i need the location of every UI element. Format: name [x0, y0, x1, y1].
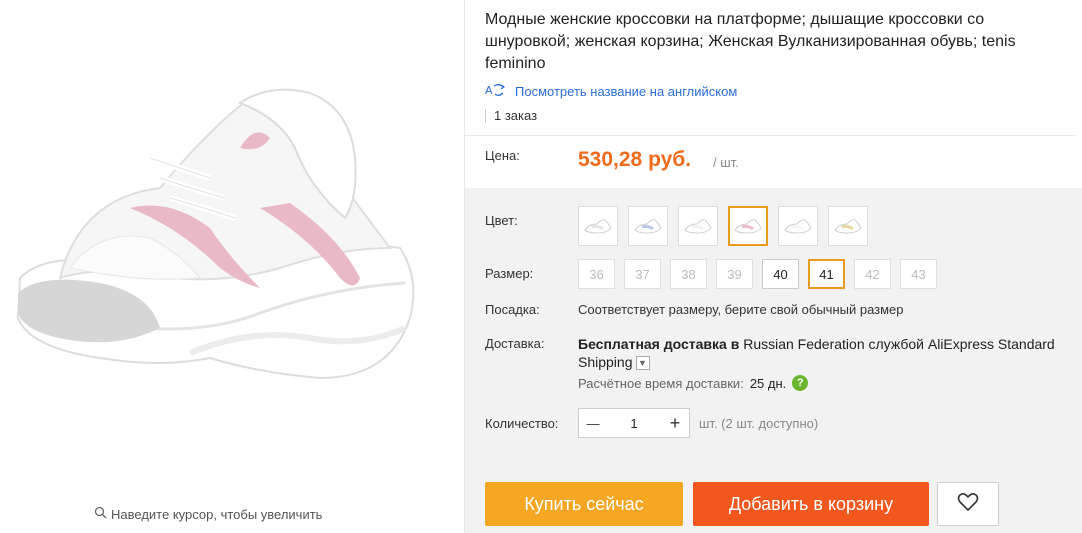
- chevron-down-icon[interactable]: ▼: [635, 356, 650, 371]
- size-option[interactable]: 43: [900, 259, 937, 289]
- wishlist-button[interactable]: [937, 482, 999, 526]
- quantity-label: Количество:: [485, 416, 559, 431]
- delivery-label: Доставка:: [485, 336, 545, 351]
- delivery-info: Бесплатная доставка в Russian Federation…: [578, 335, 1068, 371]
- size-option[interactable]: 38: [670, 259, 707, 289]
- quantity-minus-button[interactable]: —: [579, 416, 607, 431]
- price-label: Цена:: [485, 148, 520, 163]
- color-swatch[interactable]: [778, 206, 818, 246]
- size-option[interactable]: 36: [578, 259, 615, 289]
- translate-link[interactable]: A Посмотреть название на английском: [485, 83, 737, 100]
- shoe-thumbnail-icon: [784, 219, 812, 234]
- color-swatch[interactable]: [678, 206, 718, 246]
- eta-label: Расчётное время доставки:: [578, 375, 744, 391]
- product-main-image[interactable]: [10, 78, 430, 398]
- shoe-thumbnail-icon: [584, 219, 612, 234]
- color-swatch[interactable]: [828, 206, 868, 246]
- fit-text: Соответствует размеру, берите свой обычн…: [578, 302, 904, 317]
- size-option[interactable]: 42: [854, 259, 891, 289]
- shoe-thumbnail-icon: [734, 219, 762, 234]
- orders-separator: [485, 108, 486, 123]
- product-page: Наведите курсор, чтобы увеличить Модные …: [0, 0, 1082, 533]
- size-options: 36 37 38 39 40 41 42 43: [578, 259, 937, 289]
- buy-now-button[interactable]: Купить сейчас: [485, 482, 683, 526]
- orders-text: 1 заказ: [494, 108, 538, 123]
- help-icon[interactable]: ?: [792, 375, 809, 391]
- shoe-thumbnail-icon: [684, 219, 712, 234]
- translate-icon: A: [485, 83, 507, 100]
- color-swatch[interactable]: [578, 206, 618, 246]
- zoom-hint: Наведите курсор, чтобы увеличить: [94, 506, 322, 522]
- translate-link-text[interactable]: Посмотреть название на английском: [515, 84, 737, 99]
- add-to-cart-button[interactable]: Добавить в корзину: [693, 482, 929, 526]
- delivery-eta: Расчётное время доставки: 25 дн. ?: [578, 375, 809, 391]
- quantity-available: шт. (2 шт. доступно): [699, 416, 819, 431]
- delivery-free-text: Бесплатная доставка в: [578, 336, 740, 352]
- title-divider: [465, 135, 1075, 136]
- quantity-input[interactable]: 1: [607, 416, 661, 431]
- size-label: Размер:: [485, 266, 534, 281]
- orders-count: 1 заказ: [485, 108, 537, 123]
- color-swatch[interactable]: [628, 206, 668, 246]
- zoom-hint-text: Наведите курсор, чтобы увеличить: [111, 506, 323, 522]
- size-option[interactable]: 40: [762, 259, 799, 289]
- eta-value: 25 дн.: [749, 375, 787, 391]
- fit-label: Посадка:: [485, 302, 540, 317]
- size-option[interactable]: 39: [716, 259, 753, 289]
- product-gallery: Наведите курсор, чтобы увеличить: [0, 0, 464, 533]
- color-label: Цвет:: [485, 213, 518, 228]
- size-option[interactable]: 37: [624, 259, 661, 289]
- shoe-thumbnail-icon: [634, 219, 662, 234]
- product-title: Модные женские кроссовки на платформе; д…: [485, 11, 1016, 72]
- shoe-thumbnail-icon: [834, 219, 862, 234]
- quantity-plus-button[interactable]: +: [661, 413, 689, 434]
- product-info: Модные женские кроссовки на платформе; д…: [465, 0, 1082, 533]
- color-swatches: [578, 206, 868, 246]
- price-value: 530,28 руб.: [578, 148, 692, 171]
- quantity-stepper: — 1 +: [578, 408, 690, 438]
- magnifier-icon: [94, 506, 107, 522]
- price-unit: / шт.: [713, 155, 739, 170]
- color-swatch[interactable]: [728, 206, 768, 246]
- svg-text:A: A: [485, 84, 493, 97]
- size-option[interactable]: 41: [808, 259, 845, 289]
- heart-icon: [957, 492, 979, 517]
